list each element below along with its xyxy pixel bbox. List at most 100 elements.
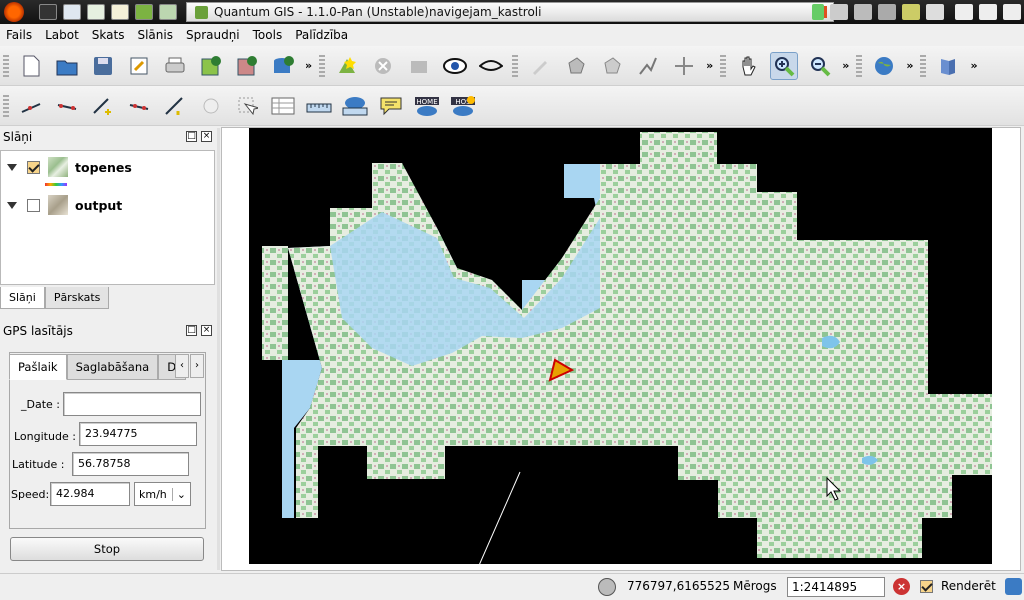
print-icon[interactable] <box>161 52 189 80</box>
float-icon[interactable]: □ <box>186 131 197 142</box>
measure-line-icon[interactable] <box>125 92 153 120</box>
ruler-tool-icon[interactable] <box>161 92 189 120</box>
terminal-icon[interactable] <box>39 4 57 20</box>
menu-fails[interactable]: Fails <box>6 28 32 42</box>
layer-name[interactable]: output <box>75 198 122 213</box>
collapse-arrow-icon[interactable] <box>7 163 17 171</box>
node-tool-icon[interactable] <box>634 52 662 80</box>
toolbar-grip[interactable] <box>3 94 9 117</box>
menu-palidziba[interactable]: Palīdzība <box>295 28 348 42</box>
toolbar-more-icon[interactable]: » <box>842 59 849 72</box>
layer-row-topenes[interactable]: topenes <box>7 157 132 177</box>
longitude-field[interactable]: 23.94775 <box>79 422 197 446</box>
tab-slani[interactable]: Slāņi <box>0 287 45 309</box>
toolbar-more-icon[interactable]: » <box>706 59 713 72</box>
measure-icon[interactable] <box>305 92 333 120</box>
save-project-icon[interactable] <box>89 52 117 80</box>
add-line-icon[interactable] <box>89 92 117 120</box>
projection-icon[interactable] <box>1005 578 1022 595</box>
map-canvas[interactable] <box>221 127 1021 571</box>
speed-field[interactable]: 42.984 <box>50 482 130 506</box>
save-as-icon[interactable] <box>125 52 153 80</box>
help-book-icon[interactable] <box>934 52 962 80</box>
add-postgis-icon[interactable] <box>269 52 297 80</box>
layer-checkbox[interactable] <box>27 160 40 174</box>
toolbar-more-icon[interactable]: » <box>305 59 312 72</box>
menu-tools[interactable]: Tools <box>253 28 283 42</box>
latitude-field[interactable]: 56.78758 <box>72 452 189 476</box>
menu-labot[interactable]: Labot <box>45 28 79 42</box>
scale-field[interactable]: 1:2414895 <box>787 577 885 597</box>
spreadsheet-icon[interactable] <box>87 4 105 20</box>
capture-polygon-icon[interactable] <box>562 52 590 80</box>
measure-area-icon[interactable] <box>341 92 369 120</box>
zoom-in-icon[interactable] <box>770 51 799 80</box>
tab-scroll-left-icon[interactable]: ‹ <box>175 354 189 378</box>
remove-layer-icon[interactable] <box>369 52 397 80</box>
display-icon[interactable] <box>902 4 920 20</box>
home-icon[interactable]: HOME <box>413 92 441 120</box>
tab-parskats[interactable]: Pārskats <box>44 287 110 309</box>
network2-icon[interactable] <box>854 4 872 20</box>
layer-checkbox[interactable] <box>27 198 40 212</box>
toolbar-more-icon[interactable]: » <box>970 59 977 72</box>
float-icon[interactable]: □ <box>186 325 197 336</box>
new-project-icon[interactable] <box>17 52 45 80</box>
toolbar-grip[interactable] <box>512 54 519 77</box>
workspace-icon[interactable] <box>955 4 973 20</box>
show-all-layers-icon[interactable] <box>441 52 469 80</box>
menu-slanis[interactable]: Slānis <box>137 28 173 42</box>
menu-skats[interactable]: Skats <box>92 28 125 42</box>
coordinate-capture-icon[interactable] <box>598 578 616 596</box>
digitize-line-icon[interactable] <box>17 92 45 120</box>
close-icon[interactable]: × <box>201 131 212 142</box>
tab-scroll-right-icon[interactable]: › <box>190 354 204 378</box>
drive-icon[interactable] <box>878 4 896 20</box>
workspace3-icon[interactable] <box>1003 4 1021 20</box>
toolbar-grip[interactable] <box>920 54 927 77</box>
move-feature-icon[interactable] <box>670 52 698 80</box>
ubuntu-logo-icon[interactable] <box>4 2 24 22</box>
open-project-icon[interactable] <box>53 52 81 80</box>
host-icon[interactable]: HOS <box>449 92 477 120</box>
qgis-icon[interactable] <box>135 4 153 20</box>
menu-spraudni[interactable]: Spraudņi <box>186 28 240 42</box>
editor-icon[interactable] <box>111 4 129 20</box>
render-checkbox[interactable] <box>920 580 933 593</box>
speed-unit-select[interactable]: km/h ⌄ <box>134 482 191 506</box>
add-raster-icon[interactable] <box>197 52 225 80</box>
tab-saglabasana[interactable]: Saglabāšana <box>66 354 159 380</box>
battery-icon[interactable] <box>812 4 824 20</box>
add-vector-icon[interactable] <box>233 52 261 80</box>
dock-splitter[interactable] <box>217 128 220 570</box>
zoom-out-icon[interactable] <box>806 52 834 80</box>
window-icon[interactable] <box>63 4 81 20</box>
edit-pencil-icon[interactable] <box>526 52 554 80</box>
workspace2-icon[interactable] <box>979 4 997 20</box>
toolbar-more-icon[interactable]: » <box>906 59 913 72</box>
network-icon[interactable] <box>830 4 848 20</box>
hide-all-layers-icon[interactable] <box>477 52 505 80</box>
pan-hand-icon[interactable] <box>734 52 762 80</box>
layer-tools-icon[interactable] <box>405 52 433 80</box>
close-icon[interactable]: × <box>201 325 212 336</box>
stop-render-icon[interactable]: × <box>893 578 910 595</box>
globe-icon[interactable] <box>870 52 898 80</box>
layer-name[interactable]: topenes <box>75 160 132 175</box>
toolbar-grip[interactable] <box>319 54 326 77</box>
toolbar-grip[interactable] <box>3 54 9 77</box>
collapse-arrow-icon[interactable] <box>7 201 17 209</box>
toolbar-grip[interactable] <box>720 54 727 77</box>
date-field[interactable] <box>63 392 201 416</box>
annotation-icon[interactable] <box>377 92 405 120</box>
toolbar-grip[interactable] <box>856 54 863 77</box>
layer-row-output[interactable]: output <box>7 195 122 215</box>
tab-paslaik[interactable]: Pašlaik <box>9 354 67 380</box>
select-icon[interactable] <box>233 92 261 120</box>
capture-ring-icon[interactable] <box>598 52 626 80</box>
stop-button[interactable]: Stop <box>10 537 204 561</box>
volume-icon[interactable] <box>926 4 944 20</box>
add-vertex-icon[interactable] <box>53 92 81 120</box>
monitor-icon[interactable] <box>159 4 177 20</box>
attribute-table-icon[interactable] <box>269 92 297 120</box>
